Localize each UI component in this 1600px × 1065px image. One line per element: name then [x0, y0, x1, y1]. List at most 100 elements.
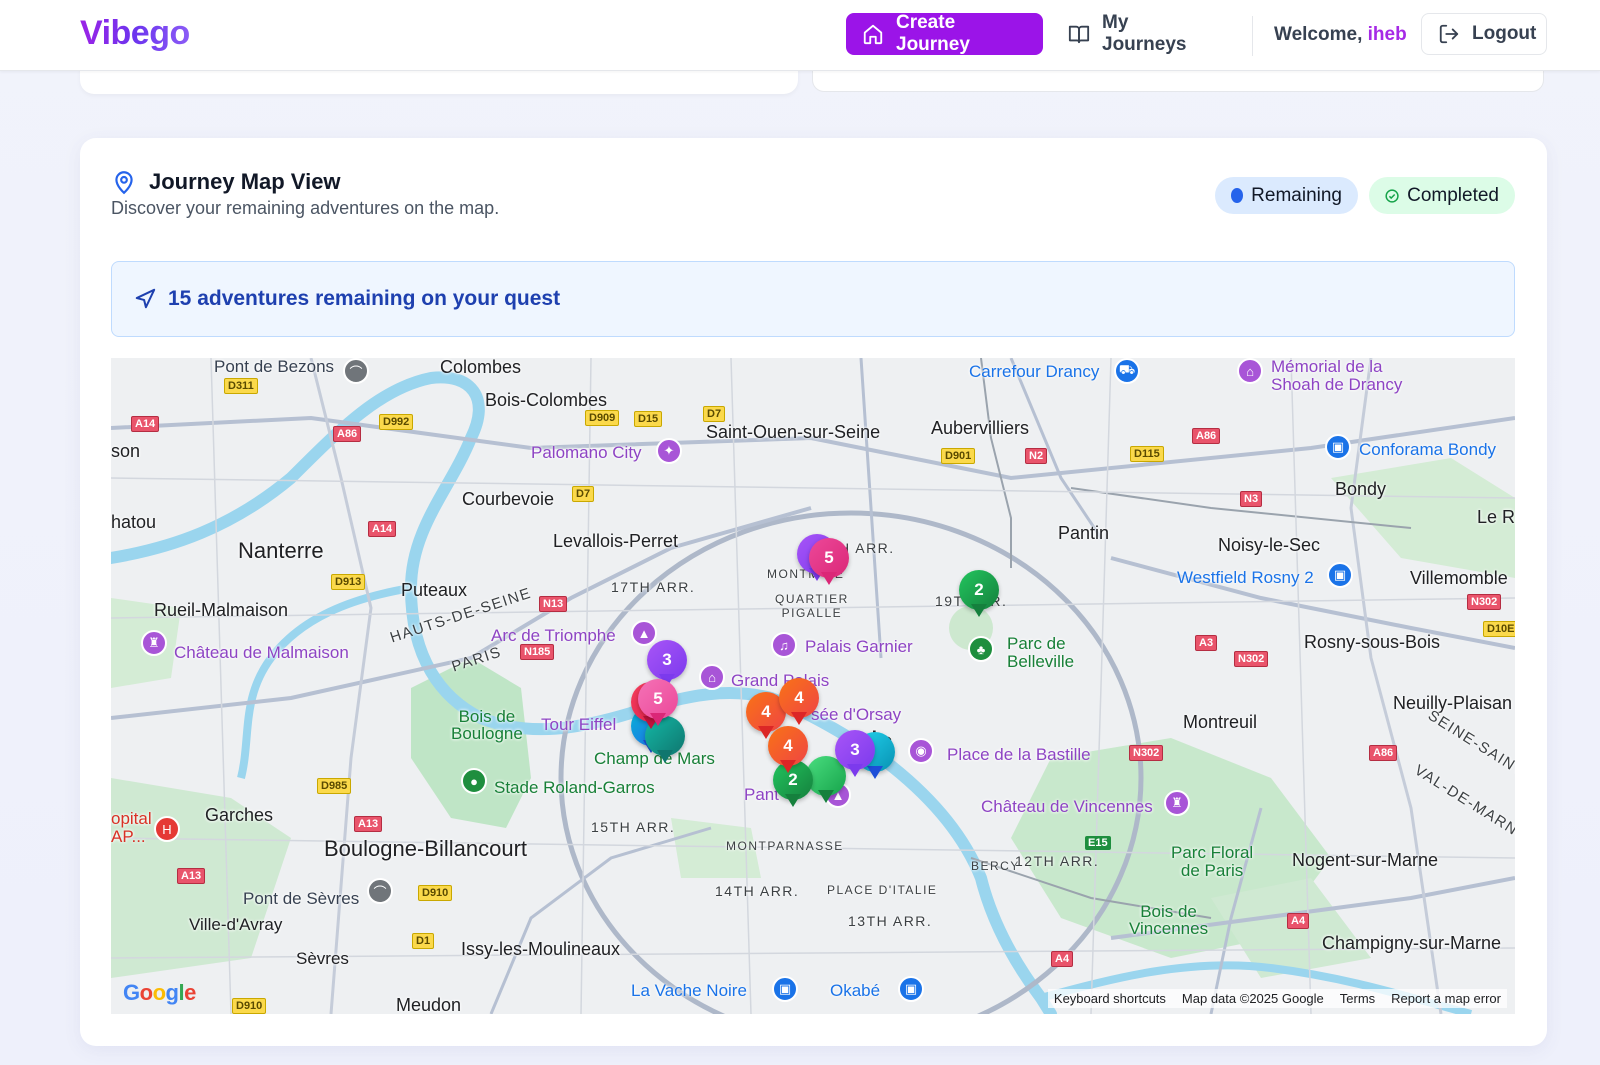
journey-marker[interactable]: 5 — [638, 679, 678, 727]
journey-marker[interactable]: 2 — [959, 570, 999, 618]
navigation-arrow-icon — [135, 288, 156, 309]
my-journeys-button[interactable]: My Journeys — [1052, 12, 1232, 55]
map-poi-tour-eiffel-label: Tour Eiffel — [541, 715, 617, 734]
journey-marker[interactable]: 4 — [779, 678, 819, 726]
map-label-bondy: Bondy — [1335, 479, 1387, 499]
map-poi-carrefour-label: Carrefour Drancy — [969, 362, 1100, 381]
map-data-text: Map data ©2025 Google — [1181, 991, 1324, 1006]
bulb-icon[interactable]: ✦ — [656, 438, 682, 464]
road-shield: A86 — [1192, 428, 1221, 445]
google-logo[interactable]: Google — [123, 980, 196, 1006]
map-label-15th-arr: 15TH ARR. — [591, 819, 676, 835]
map-poi-westfield-label: Westfield Rosny 2 — [1177, 568, 1314, 587]
road-shield: A13 — [177, 868, 206, 885]
shopping-bag-icon-rosny[interactable]: ▣ — [1327, 562, 1353, 588]
legend-completed: Completed — [1369, 177, 1515, 214]
map-label-aubervilliers: Aubervilliers — [931, 418, 1030, 438]
map-label-villemomble: Villemomble — [1410, 568, 1508, 588]
road-shield: N302 — [1467, 594, 1502, 611]
keyboard-shortcuts-link[interactable]: Keyboard shortcuts — [1054, 991, 1166, 1006]
map-poi-palomano-label: Palomano City — [531, 443, 642, 462]
music-note-icon[interactable]: ♫ — [771, 632, 797, 658]
map-poi-conforama-label: Conforama Bondy — [1359, 440, 1497, 459]
road-shield: D7 — [572, 486, 595, 503]
map-pin-icon — [115, 171, 133, 195]
shopping-bag-icon-vache[interactable]: ▣ — [772, 976, 798, 1002]
camera-icon[interactable]: ◉ — [908, 738, 934, 764]
page-subtitle: Discover your remaining adventures on th… — [111, 198, 500, 218]
my-journeys-label: My Journeys — [1102, 12, 1187, 55]
map-label-neuilly: Neuilly-Plaisan — [1393, 693, 1513, 713]
road-shield: D992 — [379, 414, 414, 431]
welcome-prefix: Welcome, — [1274, 24, 1368, 45]
journey-marker[interactable]: 4 — [768, 726, 808, 774]
report-error-link[interactable]: Report a map error — [1391, 991, 1501, 1006]
welcome-text: Welcome, iheb — [1274, 24, 1407, 46]
journey-marker[interactable]: 5 — [809, 538, 849, 586]
map-label-chatou: hatou — [111, 512, 157, 532]
home-icon — [863, 24, 883, 45]
road-shield: N3 — [1240, 491, 1263, 508]
road-shield: N185 — [520, 644, 555, 661]
check-circle-icon — [1385, 188, 1399, 203]
road-shield: D15 — [634, 411, 663, 428]
tree-icon[interactable]: ♣ — [968, 636, 994, 662]
map-label-pont-sevres: Pont de Sèvres — [243, 889, 360, 908]
map-poi-belleville-label: Parc de Belleville — [1007, 634, 1075, 671]
map-label-12th-arr: 12TH ARR. — [1015, 853, 1100, 869]
shopping-bag-icon-okabe[interactable]: ▣ — [898, 976, 924, 1002]
brand-logo[interactable]: Vibego — [80, 14, 190, 53]
logout-button[interactable]: Logout — [1421, 13, 1547, 55]
page-title: Journey Map View — [149, 169, 341, 194]
road-shield: D910 — [418, 885, 453, 902]
journey-marker[interactable]: 3 — [835, 730, 875, 778]
road-shield: A86 — [1369, 745, 1398, 762]
castle-icon-vincennes[interactable]: ♜ — [1164, 790, 1190, 816]
stadium-icon[interactable]: ● — [461, 768, 487, 794]
road-shield: D311 — [224, 378, 258, 395]
castle-icon[interactable]: ♜ — [141, 630, 167, 656]
map-label-noisy: Noisy-le-Sec — [1218, 535, 1321, 555]
memorial-icon[interactable]: ⌂ — [1237, 358, 1263, 384]
map-label-pont-bezons: Pont de Bezons — [214, 358, 335, 376]
map-label-bercy: BERCY — [971, 859, 1020, 873]
map-poi-arc-label: Arc de Triomphe — [491, 626, 616, 645]
map-poi-palais-garnier-label: Palais Garnier — [805, 637, 913, 656]
road-shield: D1 — [412, 933, 435, 950]
map-label-meudon: Meudon — [396, 995, 462, 1014]
road-shield: A4 — [1051, 951, 1074, 968]
road-shield: N302 — [1234, 651, 1269, 668]
map-label-17th-arr: 17TH ARR. — [611, 579, 696, 595]
hospital-icon[interactable]: H — [154, 816, 180, 842]
map-label-puteaux: Puteaux — [401, 580, 468, 600]
remaining-banner-text: 15 adventures remaining on your quest — [168, 287, 561, 310]
terms-link[interactable]: Terms — [1340, 991, 1375, 1006]
legend-completed-label: Completed — [1407, 184, 1499, 206]
map-poi-vincennes-label: Château de Vincennes — [981, 797, 1153, 816]
section-header: Journey Map View — [111, 169, 341, 195]
map-label-bois-vincennes: Bois de Vincennes — [1129, 902, 1209, 938]
map-label-pigalle: QUARTIER PIGALLE — [775, 592, 849, 620]
road-shield: E15 — [1085, 836, 1111, 851]
road-shield: A13 — [354, 816, 383, 833]
map-label-rosny: Rosny-sous-Bois — [1304, 632, 1441, 652]
cart-icon[interactable]: ⛟ — [1114, 358, 1140, 384]
logout-label: Logout — [1472, 23, 1537, 44]
map-label-issy: Issy-les-Moulineaux — [461, 939, 621, 959]
map-poi-hopital-label: opital AP... — [111, 809, 152, 846]
book-open-icon — [1068, 25, 1090, 44]
map-label-garches: Garches — [205, 805, 274, 825]
shopping-bag-icon[interactable]: ▣ — [1325, 434, 1351, 460]
journey-map[interactable]: Pont de Bezons Colombes Bois-Colombes Sa… — [111, 358, 1515, 1014]
road-shield: A3 — [1195, 635, 1218, 652]
map-label-sevres: Sèvres — [296, 949, 349, 968]
nav-divider — [1252, 16, 1253, 56]
road-shield: A4 — [1287, 913, 1310, 930]
create-journey-button[interactable]: Create Journey — [846, 12, 1043, 55]
road-shield: D909 — [585, 410, 620, 427]
map-label-nanterre: Nanterre — [238, 538, 324, 563]
map-poi-vache-noire-label: La Vache Noire — [631, 981, 747, 1000]
museum-icon[interactable]: ⌂ — [699, 664, 725, 690]
map-poi-memorial-label: Mémorial de la Shoah de Drancy — [1271, 358, 1403, 394]
map-label-bois-boulogne: Bois de Boulogne — [451, 707, 523, 743]
